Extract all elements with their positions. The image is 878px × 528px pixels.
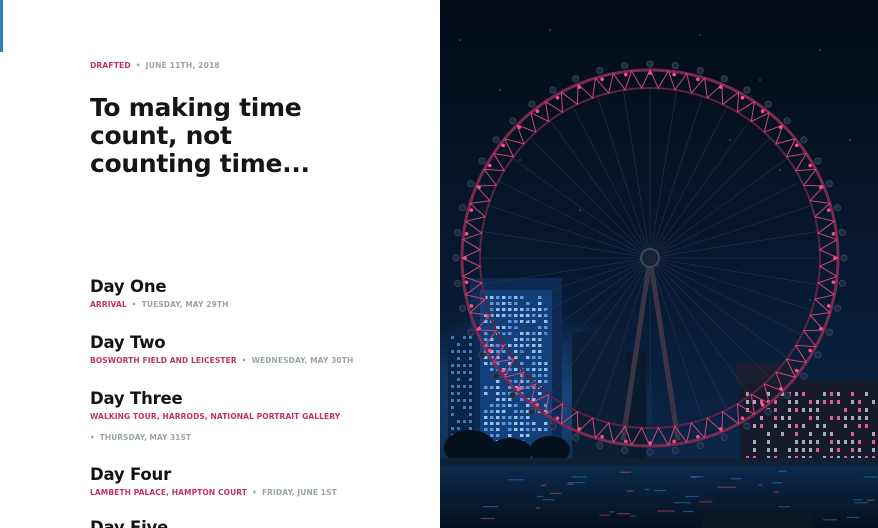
day-entry-four[interactable]: Day Four LAMBETH PALACE, HAMPTON COURT • F… bbox=[90, 465, 420, 497]
day-meta: WALKING TOUR, HARRODS, NATIONAL PORTRAIT… bbox=[90, 412, 420, 421]
river-thames bbox=[440, 466, 878, 528]
day-meta-secondary: • THURSDAY, MAY 31ST bbox=[90, 433, 420, 442]
day-title[interactable]: Day Two bbox=[90, 333, 420, 353]
day-date: THURSDAY, MAY 31ST bbox=[100, 433, 191, 442]
meta-separator: • bbox=[252, 488, 257, 497]
meta-separator: • bbox=[132, 300, 137, 309]
day-title[interactable]: Day Four bbox=[90, 465, 420, 485]
post-meta: DRAFTED • JUNE 11TH, 2018 bbox=[90, 61, 220, 70]
accent-edge bbox=[0, 0, 3, 52]
article-panel: DRAFTED • JUNE 11TH, 2018 To making time c… bbox=[0, 0, 440, 528]
page-title: To making time count, not counting time.… bbox=[90, 94, 350, 178]
day-title[interactable]: Day Three bbox=[90, 389, 420, 409]
london-eye-night-photo bbox=[440, 0, 878, 528]
day-place[interactable]: ARRIVAL bbox=[90, 300, 127, 309]
day-entry-two[interactable]: Day Two BOSWORTH FIELD AND LEICESTER • WED… bbox=[90, 333, 420, 365]
day-title[interactable]: Day One bbox=[90, 277, 420, 297]
day-entry-one[interactable]: Day One ARRIVAL • TUESDAY, MAY 29TH bbox=[90, 277, 420, 309]
day-place[interactable]: BOSWORTH FIELD AND LEICESTER bbox=[90, 356, 237, 365]
day-meta: BOSWORTH FIELD AND LEICESTER • WEDNESDAY, … bbox=[90, 356, 420, 365]
post-status[interactable]: DRAFTED bbox=[90, 61, 131, 70]
day-place[interactable]: LAMBETH PALACE, HAMPTON COURT bbox=[90, 488, 247, 497]
post-date: JUNE 11TH, 2018 bbox=[146, 61, 220, 70]
boat bbox=[702, 512, 812, 528]
meta-separator: • bbox=[136, 61, 141, 70]
day-place[interactable]: WALKING TOUR, HARRODS, NATIONAL PORTRAIT… bbox=[90, 412, 340, 421]
meta-separator: • bbox=[90, 433, 95, 442]
day-meta: LAMBETH PALACE, HAMPTON COURT • FRIDAY, JU… bbox=[90, 488, 420, 497]
day-title[interactable]: Day Five bbox=[90, 518, 420, 528]
day-meta: ARRIVAL • TUESDAY, MAY 29TH bbox=[90, 300, 420, 309]
hero-image bbox=[440, 0, 878, 528]
day-entry-five[interactable]: Day Five bbox=[90, 518, 420, 528]
meta-separator: • bbox=[242, 356, 247, 365]
day-date: FRIDAY, JUNE 1ST bbox=[262, 488, 337, 497]
day-date: WEDNESDAY, MAY 30TH bbox=[252, 356, 354, 365]
day-entry-three[interactable]: Day Three WALKING TOUR, HARRODS, NATIONA… bbox=[90, 389, 420, 442]
day-date: TUESDAY, MAY 29TH bbox=[142, 300, 229, 309]
wheel-hub bbox=[641, 249, 659, 267]
